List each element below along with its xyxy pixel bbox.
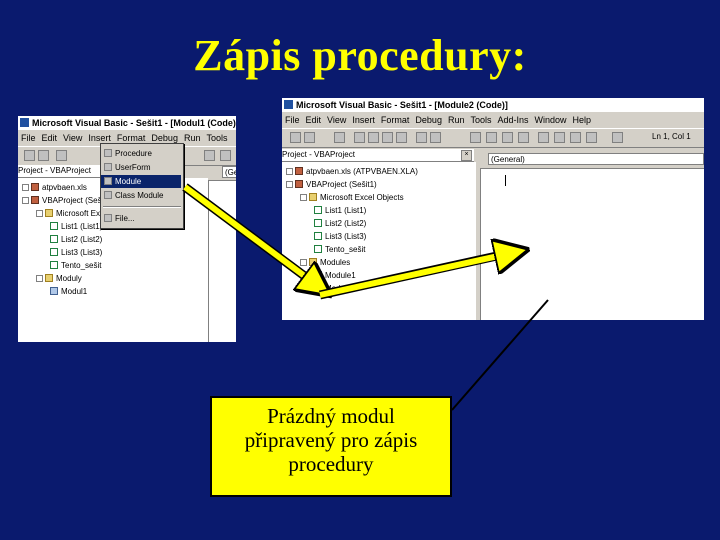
callout-box: Prázdný modul připravený pro zápis proce… [210,396,452,497]
callout-line-1: Prázdný modul [267,404,395,428]
callout-line-3: procedury [288,452,374,476]
callout-pointer-line [451,299,549,411]
arrow-to-module2-fill [183,184,318,286]
arrow-to-code-pane-fill [319,253,512,298]
callout-line-2: připravený pro zápis [244,428,418,452]
